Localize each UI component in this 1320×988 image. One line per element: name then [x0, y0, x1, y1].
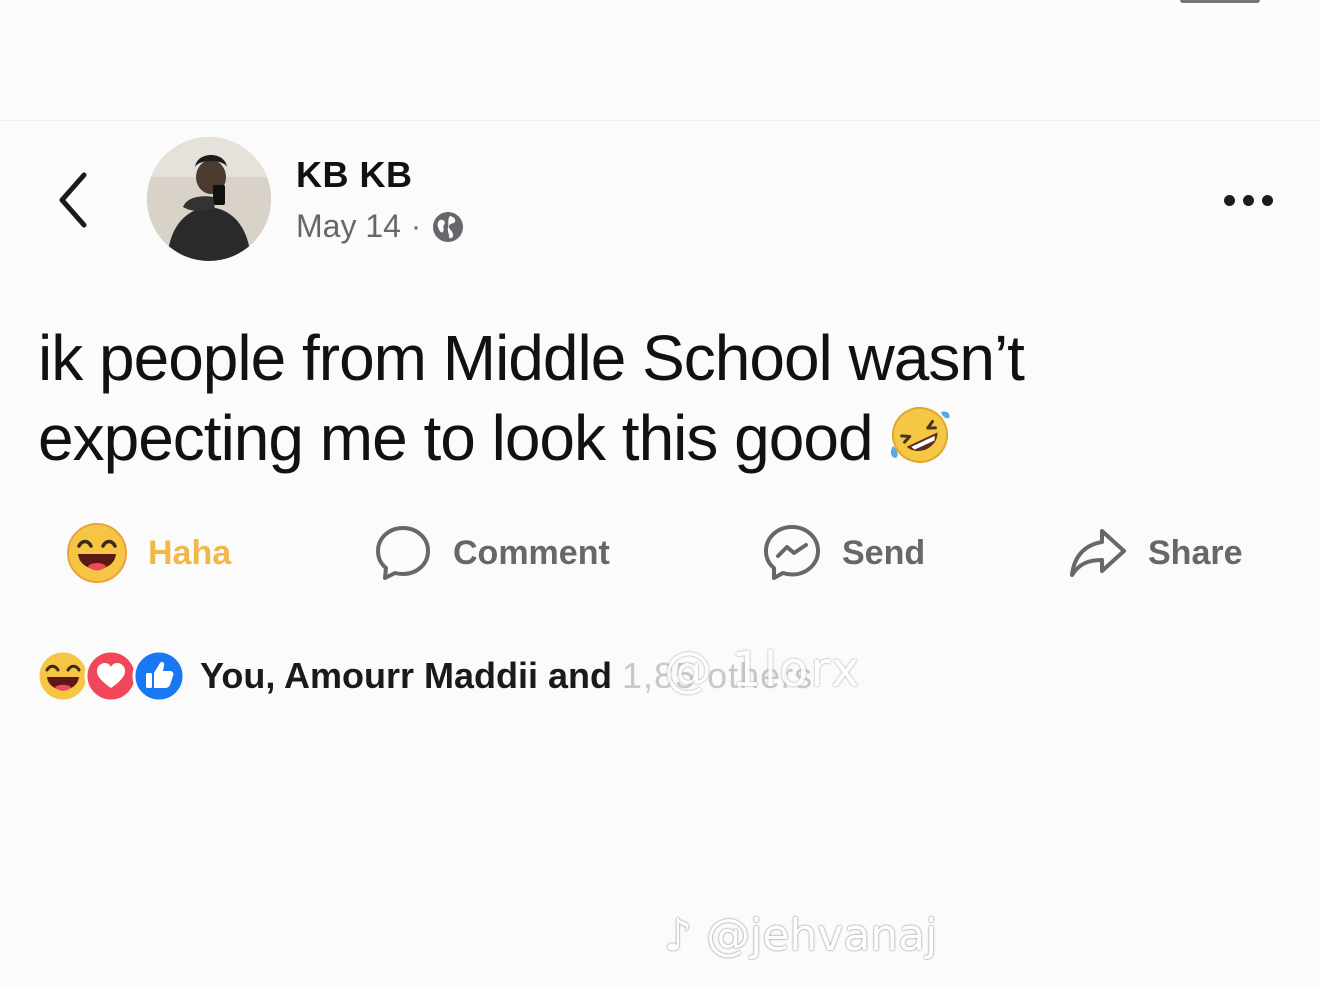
comment-button[interactable]: Comment — [373, 518, 610, 588]
ellipsis-dot — [1242, 194, 1254, 206]
more-options-button[interactable] — [1208, 180, 1288, 220]
haha-label: Haha — [148, 533, 232, 572]
post-date[interactable]: May 14 — [296, 208, 401, 245]
post-text: ik people from Middle School wasn’t expe… — [38, 318, 1238, 478]
top-edge-shape — [1180, 0, 1260, 3]
haha-icon — [67, 523, 127, 583]
share-label: Share — [1148, 533, 1243, 572]
share-arrow-icon — [1070, 529, 1126, 577]
tiktok-logo-icon: ♪ — [664, 910, 693, 961]
love-icon — [84, 649, 138, 703]
avatar-photo — [147, 137, 271, 261]
comment-label: Comment — [453, 533, 610, 572]
globe-icon — [432, 211, 463, 242]
author-name[interactable]: KB KB — [296, 154, 413, 196]
ellipsis-dot — [1223, 194, 1235, 206]
post-text-line-2: expecting me to look this good — [38, 398, 1238, 478]
send-button[interactable]: Send — [762, 518, 925, 588]
tiktok-handle-text: @jehvanaj — [706, 910, 938, 961]
back-button[interactable] — [48, 168, 98, 232]
reaction-summary-names: You, Amourr Maddii and — [200, 655, 612, 696]
post-actions-bar: Haha Comment Send Share — [0, 518, 1320, 588]
avatar[interactable] — [147, 137, 271, 261]
send-label: Send — [842, 533, 926, 572]
reaction-icons — [36, 649, 186, 703]
comment-icon — [376, 526, 430, 580]
post-meta: May 14 · — [296, 208, 465, 245]
tiktok-watermark-handle: ♪ @jehvanaj — [664, 910, 937, 961]
post-text-line-2-text: expecting me to look this good — [38, 402, 874, 474]
tiktok-watermark-overlay: @ 1lorx — [664, 642, 862, 698]
share-button[interactable]: Share — [1068, 518, 1243, 588]
haha-reaction-button[interactable]: Haha — [66, 518, 231, 588]
post-text-line-1: ik people from Middle School wasn’t — [38, 322, 1025, 394]
like-icon — [132, 649, 186, 703]
meta-separator: · — [410, 209, 421, 243]
ellipsis-dot — [1261, 194, 1273, 206]
chevron-left-icon — [59, 172, 87, 228]
haha-icon — [36, 649, 90, 703]
rolling-on-floor-laughing-emoji — [890, 407, 950, 463]
messenger-icon — [764, 525, 820, 580]
header-divider — [0, 120, 1320, 121]
